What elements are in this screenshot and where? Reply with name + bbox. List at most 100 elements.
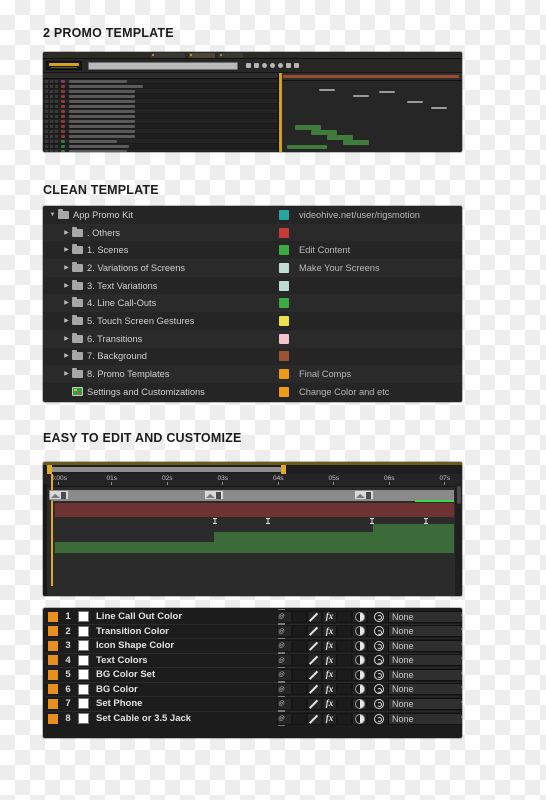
label-color-swatch[interactable] — [279, 245, 289, 256]
disclosure-triangle-icon[interactable]: ▶ — [61, 247, 72, 253]
chevron-down-icon[interactable]: ▼ — [460, 657, 462, 663]
keyframe-2[interactable] — [266, 518, 270, 524]
ae-timeline-bar[interactable] — [283, 75, 459, 78]
disclosure-triangle-icon[interactable]: ▶ — [61, 300, 72, 306]
tree-row[interactable]: ▶ 5. Touch Screen Gestures — [43, 312, 462, 330]
ae-layer-solo-icon[interactable] — [55, 124, 58, 128]
ae-layer-solo-icon[interactable] — [55, 79, 58, 83]
shy-icon[interactable]: —◎— — [277, 708, 292, 729]
layer-source-swatch[interactable] — [78, 698, 89, 710]
ae-layer-solo-icon[interactable] — [55, 114, 58, 118]
tree-row[interactable]: ▶ 8. Promo Templates Final Comps — [43, 365, 462, 383]
ae-tab-3[interactable] — [219, 53, 243, 58]
ae-layer-visibility-icon[interactable] — [45, 134, 48, 138]
frame-blend-icon[interactable] — [337, 697, 352, 710]
ae-layer-audio-icon[interactable] — [50, 124, 53, 128]
control-layer-row[interactable]: 1 Line Call Out Color —◎—fx None ▼ — [46, 608, 462, 627]
ae-layer-visibility-icon[interactable] — [45, 109, 48, 113]
time-ruler[interactable]: 0:00s 01s 02s 03s 04s 05s 06s 07s — [43, 474, 462, 586]
tree-row[interactable]: ▶ . Others — [43, 223, 462, 242]
ae-layer-audio-icon[interactable] — [50, 99, 53, 103]
ae-icon-motionblur[interactable] — [254, 63, 259, 68]
parent-link-group[interactable]: None ▼ — [374, 697, 462, 710]
ae-layer-visibility-icon[interactable] — [45, 104, 48, 108]
parent-link-group[interactable]: None ▼ — [374, 610, 462, 623]
control-layer-row[interactable]: 3 Icon Shape Color —◎—fx None ▼ — [46, 635, 462, 656]
disclosure-triangle-icon[interactable]: ▼ — [47, 212, 58, 218]
effects-fx-icon[interactable]: fx — [322, 654, 337, 667]
quality-slash-icon[interactable] — [307, 639, 322, 652]
ae-tab-1[interactable] — [151, 53, 185, 58]
effects-fx-icon[interactable]: fx — [322, 683, 337, 696]
label-color-swatch[interactable] — [279, 369, 289, 380]
quality-slash-icon[interactable] — [307, 668, 322, 681]
ae-layer-row[interactable] — [43, 149, 278, 152]
ae-layer-audio-icon[interactable] — [50, 79, 53, 83]
effects-fx-icon[interactable]: fx — [322, 625, 337, 638]
parent-dropdown[interactable]: None ▼ — [388, 610, 462, 623]
ae-layer-visibility-icon[interactable] — [45, 99, 48, 103]
tree-row[interactable]: ▶ 4. Line Call-Outs — [43, 294, 462, 313]
ae-layer-audio-icon[interactable] — [50, 144, 53, 148]
layer-switches-group[interactable]: —◎— fx — [277, 679, 382, 700]
control-layer-row[interactable]: 6 BG Color —◎—fx None ▼ — [46, 679, 462, 700]
label-color-swatch[interactable] — [279, 298, 289, 309]
motion-blur-icon[interactable] — [352, 639, 367, 652]
frame-blend-icon[interactable] — [337, 639, 352, 652]
parent-dropdown[interactable]: None ▼ — [388, 712, 462, 725]
ae-layer-solo-icon[interactable] — [55, 139, 58, 143]
label-color-swatch[interactable] — [279, 315, 289, 326]
ae-icon-b[interactable] — [270, 63, 275, 68]
layer-color-swatch[interactable] — [48, 626, 58, 637]
effect-controls-layer-list[interactable]: 1Line Call Out Color—◎—fxNone▼2Transitio… — [43, 608, 462, 738]
layer-color-swatch[interactable] — [48, 655, 58, 666]
pick-whip-icon[interactable] — [374, 611, 384, 622]
ae-layer-list[interactable] — [43, 73, 279, 152]
ae-search-input[interactable] — [88, 61, 238, 70]
ae-layer-audio-icon[interactable] — [50, 129, 53, 133]
frame-blend-icon[interactable] — [337, 683, 352, 696]
timeline-scrollbar[interactable] — [455, 484, 462, 596]
ae-layer-audio-icon[interactable] — [50, 84, 53, 88]
label-color-swatch[interactable] — [279, 262, 289, 273]
ae-layer-solo-icon[interactable] — [55, 104, 58, 108]
layer-source-swatch[interactable] — [78, 654, 89, 666]
label-color-swatch[interactable] — [279, 386, 289, 397]
ae-layer-visibility-icon[interactable] — [45, 129, 48, 133]
chevron-down-icon[interactable]: ▼ — [460, 701, 462, 707]
ae-timeline-bar[interactable] — [431, 107, 447, 109]
ae-layer-solo-icon[interactable] — [55, 89, 58, 93]
ae-layer-audio-icon[interactable] — [50, 114, 53, 118]
layer-bar-comp-strip[interactable] — [51, 490, 454, 501]
ae-icon-d[interactable] — [286, 63, 291, 68]
ae-timeline-bar[interactable] — [353, 95, 369, 97]
parent-dropdown[interactable]: None ▼ — [388, 639, 462, 652]
parent-link-group[interactable]: None ▼ — [374, 654, 462, 667]
layer-source-swatch[interactable] — [78, 611, 89, 623]
layer-color-swatch[interactable] — [48, 713, 58, 724]
motion-blur-icon[interactable] — [352, 625, 367, 638]
quality-slash-icon[interactable] — [307, 625, 322, 638]
layer-thumbnail-1[interactable] — [49, 490, 69, 500]
collapse-transformations-icon[interactable] — [292, 712, 307, 725]
layer-bar-green-1[interactable] — [373, 524, 454, 532]
parent-dropdown[interactable]: None ▼ — [388, 697, 462, 710]
control-layer-row[interactable]: 7 Set Phone —◎—fx None ▼ — [46, 693, 462, 714]
disclosure-triangle-icon[interactable]: ▶ — [61, 265, 72, 271]
layer-color-swatch[interactable] — [48, 684, 58, 695]
ae-layer-audio-icon[interactable] — [50, 104, 53, 108]
control-layer-row[interactable]: 8 Set Cable or 3.5 Jack —◎— fx None ▼ — [46, 708, 462, 729]
layer-bar-red[interactable] — [55, 503, 454, 517]
ae-timeline-bar[interactable] — [379, 91, 395, 93]
ae-layer-visibility-icon[interactable] — [45, 114, 48, 118]
disclosure-triangle-icon[interactable]: ▶ — [61, 336, 72, 342]
tree-row[interactable]: Settings and Customizations Change Color … — [43, 383, 462, 401]
ae-toolbar-icons[interactable] — [246, 63, 299, 68]
motion-blur-icon[interactable] — [352, 610, 367, 623]
ae-playhead[interactable] — [279, 73, 282, 152]
disclosure-triangle-icon[interactable]: ▶ — [61, 230, 72, 236]
ae-icon-graph[interactable] — [246, 63, 251, 68]
pick-whip-icon[interactable] — [374, 713, 384, 724]
chevron-down-icon[interactable]: ▼ — [460, 672, 462, 678]
quality-slash-icon[interactable] — [307, 654, 322, 667]
